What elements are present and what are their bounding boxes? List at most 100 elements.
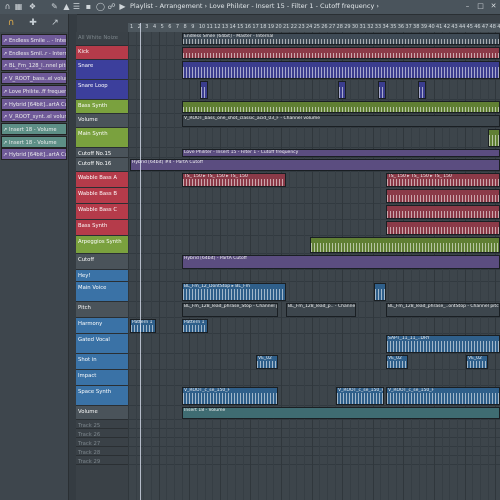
track-header[interactable]: Pitch [76,302,128,318]
close-icon[interactable]: ✕ [489,2,498,11]
playlist-clip[interactable]: Pattern 1 [182,319,208,333]
track-header[interactable]: Impact [76,370,128,386]
playlist-clip[interactable]: V_ROOT_c_se_150_F [336,387,384,405]
playlist-clip[interactable]: TS_ 150 ▸ TS_ 150 ▸ TS_ 150 [386,173,500,187]
track-header[interactable]: Snare [76,60,128,80]
track-header[interactable]: All White Noize [76,32,128,46]
playlist-clip[interactable] [488,129,500,147]
track-header[interactable]: Track 26 [76,429,128,438]
playlist-clip[interactable] [374,283,386,301]
track-header[interactable]: Space Synth [76,386,128,406]
track-header[interactable]: Hey! [76,270,128,282]
playlist-clip[interactable]: Hybrid [64bit] - PartA Cutoff [182,255,500,269]
track-header[interactable]: Gated Vocal [76,334,128,354]
track-header[interactable]: Arpeggios Synth [76,236,128,254]
browser-item[interactable]: ↗Hybrid [64bit]..artA Cutoff [1,97,67,110]
browser-item[interactable]: ↗Hybrid [64bit]..artA Cutoff [1,148,67,161]
browser-item[interactable]: ↗ Love Philıte..ff frequency [1,84,67,97]
track-header[interactable]: Kick [76,46,128,60]
ruler-tick: 7 [175,24,180,30]
playlist-clip[interactable] [200,81,208,99]
track-header[interactable]: Bass Synth [76,100,128,114]
track-header[interactable]: Main Synth [76,128,128,148]
track-header[interactable]: Volume [76,114,128,128]
track-header[interactable]: Track 28 [76,447,128,456]
track-header[interactable]: Track 29 [76,456,128,465]
arrow-icon[interactable]: ↗ [50,18,60,28]
playhead[interactable] [140,23,141,500]
playlist-clip[interactable]: V_ROOT_c_se_150_F [182,387,278,405]
browser-item[interactable]: ↗ Insert 18 - Volume [1,122,67,135]
slice-icon[interactable]: ◯ [96,2,105,11]
playlist-clip[interactable] [418,81,426,99]
maximize-icon[interactable]: □ [476,2,485,11]
zoom-icon[interactable]: ▶ [118,2,127,11]
draw-icon[interactable]: ✎ [50,2,59,11]
tool-icon[interactable]: ❖ [28,2,37,11]
track-header[interactable]: Wabble Bass C [76,204,128,220]
track-header[interactable]: Shot in [76,354,128,370]
playlist-clip[interactable]: Insert 18 - Volume [182,407,500,419]
track-header[interactable]: Volume [76,406,128,420]
paint-icon[interactable]: ▲ [62,2,71,11]
playlist-clip[interactable]: VE_02 [386,355,408,369]
track-header[interactable]: Snare Loop [76,80,128,100]
track-header[interactable]: Track 25 [76,420,128,429]
playlist-clip[interactable]: BL_Fm_12_DontStop ▸ BL_Fm [182,283,286,301]
playlist-clip[interactable] [378,81,386,99]
browser-item[interactable]: ↗Endless Smile .. - Internal [1,34,67,46]
playlist-clip[interactable] [182,61,500,79]
track-header[interactable]: Cutoff [76,254,128,270]
playlist-clip[interactable]: VE_02 [256,355,278,369]
delete-icon[interactable]: ☰ [72,2,81,11]
clip-waveform [339,87,345,98]
clip-waveform [387,341,499,352]
automation-browser: ↗Endless Smile .. - Internal↗Endless Smi… [0,32,68,500]
playlist-clip[interactable]: BL_Fm_128_lead_p.. - Channel pitch [286,303,356,317]
playlist-clip[interactable]: BL_Fm_128_lead_phrase_..ontStop - Channe… [386,303,500,317]
automation-curve [183,268,499,269]
browser-item[interactable]: ↗ V_ROOT_bass..el volume [1,72,67,85]
track-label: Impact [78,373,97,379]
browser-toolbar: ∩ ✚ ↗ [0,14,76,33]
playlist-clip[interactable]: V_ROOT_c_se_150_F [386,387,500,405]
playlist-clip[interactable] [386,221,500,235]
browser-item[interactable]: ↗ BL_Fm_128_l..nnel pitch [1,59,67,72]
playlist-clip[interactable] [338,81,346,99]
playlist-clip[interactable]: V_ROOT_bass_one_shot_classic_acid_03_F -… [182,115,500,127]
playlist-grid[interactable]: Endless Smile [64bit] - Master - Interna… [128,32,500,500]
playlist-clip[interactable]: SAPT_11_11_..DRY [386,335,500,353]
track-header[interactable]: Cutoff No.16 [76,158,128,172]
mute-icon[interactable]: ▪ [84,2,93,11]
minimize-icon[interactable]: – [463,2,472,11]
track-header[interactable]: Bass Synth [76,220,128,236]
track-header[interactable]: Harmony [76,318,128,334]
playlist-clip[interactable] [386,189,500,203]
playlist-clip[interactable]: Pattern 1 [130,319,156,333]
track-header[interactable]: Track 27 [76,438,128,447]
plus-icon[interactable]: ✚ [28,18,38,28]
track-header[interactable]: Wabble Bass B [76,188,128,204]
browser-item-label: Hybrid [64bit]..artA Cutoff [9,101,66,108]
playlist-clip[interactable]: BL_Fm_128_lead_phrase_Stop - Channel pit… [182,303,278,317]
magnet-icon[interactable]: ∩ [3,2,12,11]
playlist-clip[interactable]: TS_ 150 ▸ TS_ 150 ▸ TS_ 150 [182,173,286,187]
select-icon[interactable]: ☍ [107,2,116,11]
browser-item[interactable]: ↗ Insert 18 - Volume [1,135,67,148]
playlist-clip[interactable] [182,101,500,113]
playlist-clip[interactable] [386,205,500,219]
browser-item[interactable]: ↗ Endless Smil..r - Internal [1,46,67,59]
magnet-tool-icon[interactable]: ∩ [6,18,16,28]
track-header[interactable]: Wabble Bass A [76,172,128,188]
playlist-clip[interactable] [182,47,500,59]
playlist-clip[interactable]: Endless Smile [64bit] - Master - Interna… [182,33,500,45]
track-header[interactable]: Cutoff No.15 [76,148,128,158]
grid-icon[interactable]: ▦ [14,2,23,11]
playlist-clip[interactable]: Love Philıter - Insert 15 - Filter 1 - C… [182,149,500,157]
browser-item[interactable]: ↗ V_ROOT_synt..el volume [1,110,67,123]
playlist-clip[interactable]: Hybrid [64bit] #4 - PartA Cutoff [130,159,500,171]
track-header[interactable]: Main Voice [76,282,128,302]
playlist-clip[interactable]: VE_02 [466,355,488,369]
beat-line [158,32,160,500]
playlist-clip[interactable] [310,237,500,253]
